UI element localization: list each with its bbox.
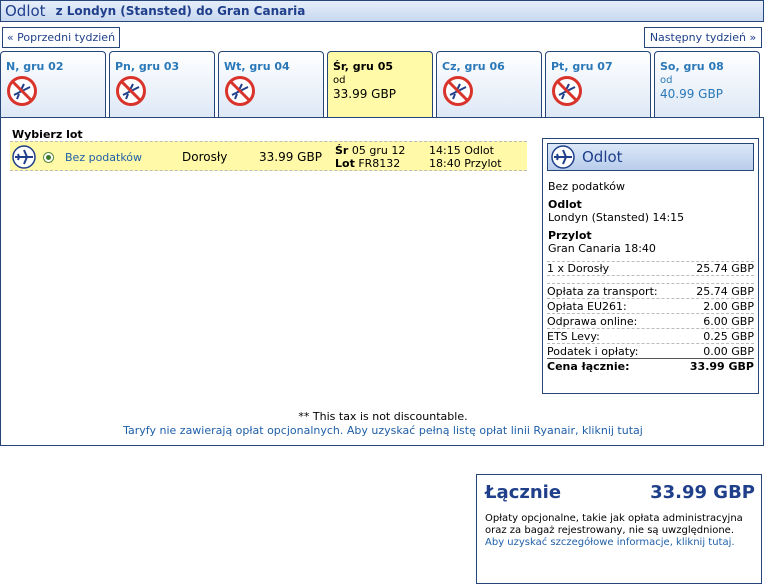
fee-value: 6.00 GBP (703, 314, 754, 328)
summary-header: Odlot (547, 143, 754, 171)
total-label: Cena łącznie: (547, 360, 630, 373)
tab-date-3[interactable]: Śr, gru 05 od 33.99 GBP (327, 51, 433, 118)
fare-link[interactable]: Bez podatków (65, 151, 142, 164)
details-link[interactable]: Aby uzyskać szczegółowe informacje, klik… (485, 537, 755, 549)
fare-radio[interactable] (43, 152, 54, 163)
tab-date-0[interactable]: N, gru 02 (0, 51, 106, 118)
summary-title: Odlot (582, 148, 623, 166)
flight-date-value: 05 gru 12 (351, 144, 406, 157)
tax-note: ** This tax is not discountable. (298, 410, 468, 423)
flight-date: Śr 05 gru 12 (335, 144, 405, 157)
tab-date-4[interactable]: Cz, gru 06 (436, 51, 542, 118)
tab-date-label: Wt, gru 04 (224, 60, 290, 73)
fee-label: ETS Levy: (547, 329, 600, 343)
fee-value: 25.74 GBP (696, 284, 754, 298)
tab-from-label: od (660, 75, 673, 86)
optional-fees-text: Opłaty opcjonalne, takie jak opłata admi… (485, 513, 743, 536)
no-flight-icon (552, 76, 582, 106)
tab-date-label: Cz, gru 06 (442, 60, 505, 73)
summary-dep-detail: Londyn (Stansted) 14:15 (548, 211, 685, 224)
fee-row: Opłata EU261: 2.00 GBP (547, 299, 754, 314)
price-summary: Odlot Bez podatków Odlot Londyn (Stanste… (542, 138, 759, 394)
tab-date-6[interactable]: So, gru 08 od 40.99 GBP (654, 51, 760, 118)
flight-price: 33.99 GBP (259, 150, 322, 164)
select-flight-title: Wybierz lot (12, 128, 83, 141)
flight-number: Lot FR8132 (335, 157, 400, 170)
arr-time-label: Przylot (464, 157, 502, 170)
summary-pax-row: 1 x Dorosły 25.74 GBP (547, 261, 754, 276)
tab-date-2[interactable]: Wt, gru 04 (218, 51, 324, 118)
summary-fare: Bez podatków (548, 180, 626, 193)
prev-week-button[interactable]: « Poprzedni tydzień (2, 27, 120, 48)
tab-date-5[interactable]: Pt, gru 07 (545, 51, 651, 118)
arr-time-value: 18:40 (429, 157, 461, 170)
tab-date-label: Pt, gru 07 (551, 60, 613, 73)
fee-row: Odprawa online: 6.00 GBP (547, 314, 754, 329)
route-subtitle: z Londyn (Stansted) do Gran Canaria (55, 4, 306, 18)
summary-total-row: Cena łącznie: 33.99 GBP (547, 359, 754, 374)
page-title: Odlot (5, 2, 46, 20)
tab-date-label: So, gru 08 (660, 60, 724, 73)
next-week-button[interactable]: Następny tydzień » (644, 27, 762, 48)
summary-dep-heading: Odlot (548, 198, 582, 211)
flight-number-label: Lot (335, 157, 355, 170)
tab-price: 40.99 GBP (660, 87, 723, 101)
tab-date-label: Śr, gru 05 (333, 60, 394, 73)
no-flight-icon (225, 76, 255, 106)
tab-date-1[interactable]: Pn, gru 03 (109, 51, 215, 118)
no-flight-icon (443, 76, 473, 106)
total-box: Łącznie 33.99 GBP Opłaty opcjonalne, tak… (476, 474, 762, 584)
flight-number-value: FR8132 (358, 157, 401, 170)
no-flight-icon (116, 76, 146, 106)
flight-day: Śr (335, 144, 349, 157)
fee-label: Opłata za transport: (547, 284, 658, 298)
pax-value: 25.74 GBP (696, 262, 754, 275)
tab-from-label: od (333, 75, 346, 86)
fee-value: 2.00 GBP (703, 299, 754, 313)
flight-panel: Wybierz lot Bez podatków Dorosły 33.99 G… (0, 117, 764, 446)
flight-row[interactable]: Bez podatków Dorosły 33.99 GBP Śr 05 gru… (10, 141, 527, 171)
fee-value: 0.25 GBP (703, 329, 754, 343)
fee-row: Podatek i opłaty: 0.00 GBP (547, 344, 754, 359)
summary-arr-heading: Przylot (548, 229, 592, 242)
total-box-label: Łącznie (485, 482, 562, 503)
no-flight-icon (7, 76, 37, 106)
total-value: 33.99 GBP (689, 360, 754, 373)
departure-time: 14:15 Odlot (429, 144, 494, 157)
dep-time-value: 14:15 (429, 144, 461, 157)
fee-label: Podatek i opłaty: (547, 344, 639, 358)
fees-info-link[interactable]: Taryfy nie zawierają opłat opcjonalnych.… (1, 424, 764, 437)
fare-notes: ** This tax is not discountable. Taryfy … (1, 410, 764, 437)
tab-date-label: Pn, gru 03 (115, 60, 180, 73)
fee-value: 0.00 GBP (703, 344, 754, 358)
pax-label: 1 x Dorosły (547, 262, 610, 275)
plane-icon (551, 145, 575, 169)
fee-row: Opłata za transport: 25.74 GBP (547, 284, 754, 299)
fee-row: ETS Levy: 0.25 GBP (547, 329, 754, 344)
tab-date-label: N, gru 02 (6, 60, 64, 73)
summary-arr-detail: Gran Canaria 18:40 (548, 242, 656, 255)
plane-icon (12, 145, 36, 169)
dep-time-label: Odlot (464, 144, 494, 157)
page-header: Odlot z Londyn (Stansted) do Gran Canari… (0, 0, 764, 22)
fee-list: Opłata za transport: 25.74 GBP Opłata EU2… (547, 283, 754, 374)
fee-label: Odprawa online: (547, 314, 638, 328)
arrival-time: 18:40 Przylot (429, 157, 502, 170)
tab-price: 33.99 GBP (333, 87, 396, 101)
total-box-amount: 33.99 GBP (650, 482, 755, 503)
passenger-type: Dorosły (182, 150, 228, 164)
fee-label: Opłata EU261: (547, 299, 627, 313)
